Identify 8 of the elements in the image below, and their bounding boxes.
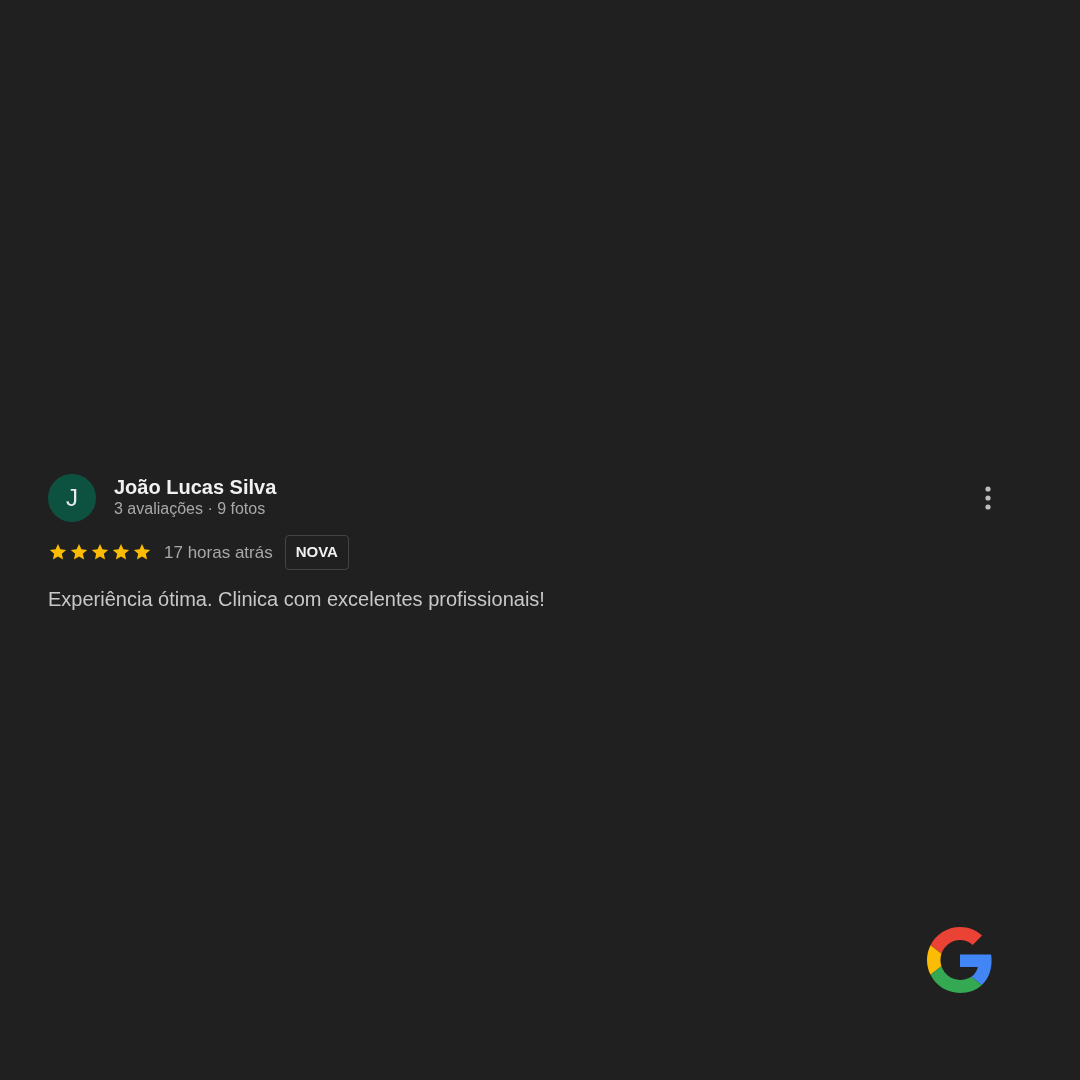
new-badge: NOVA	[284, 535, 349, 570]
author-name[interactable]: João Lucas Silva	[114, 475, 277, 499]
review-text: Experiência ótima. Clinica com excelentes profissionais!	[48, 586, 546, 612]
review-time: 17 horas atrás	[164, 541, 273, 564]
g-logo-icon	[927, 927, 993, 993]
more-icon	[985, 486, 991, 510]
avatar: J	[48, 474, 96, 522]
author-meta: 3 avaliações · 9 fotos	[114, 499, 267, 519]
